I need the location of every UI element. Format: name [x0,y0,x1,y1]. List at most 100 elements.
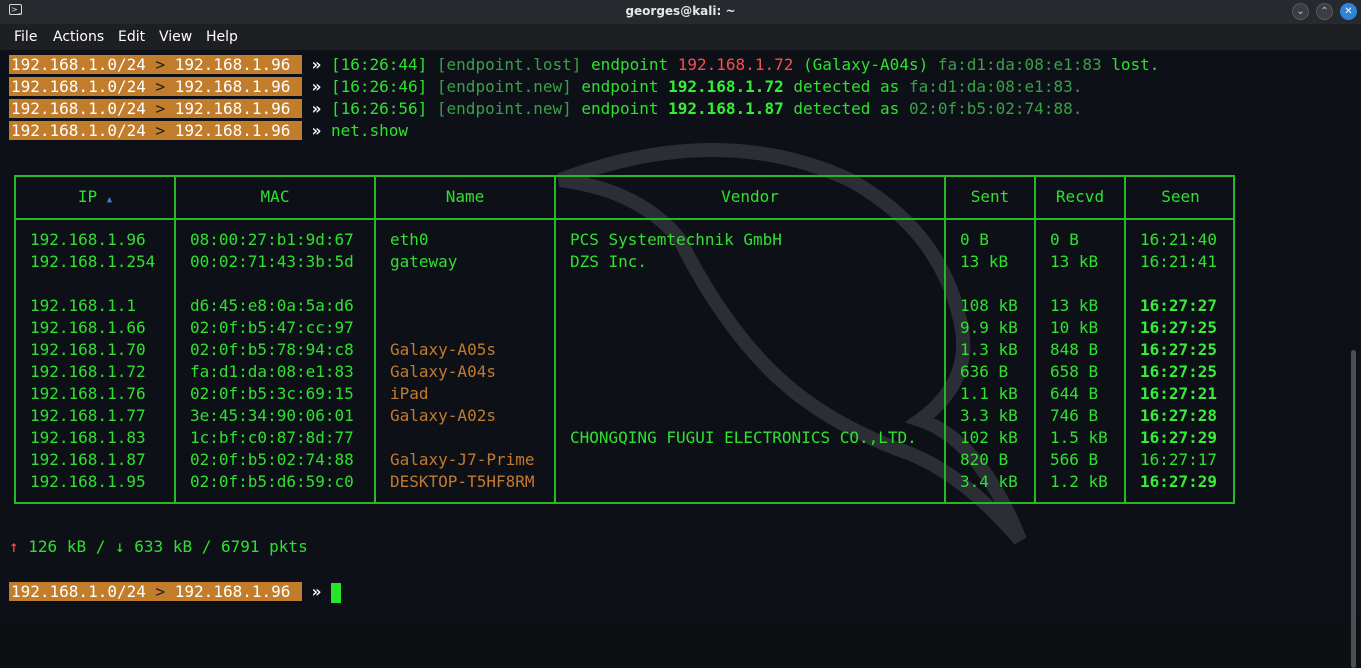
traffic-stats: ↑ 126 kB / ↓ 633 kB / 6791 pkts [9,537,308,556]
cell-mac: 08:00:27:b1:9d:67 [190,230,354,249]
header-mac: MAC [260,187,290,206]
scrollbar[interactable] [1351,350,1356,668]
cell-sent: 820 B [960,450,1009,469]
cell-ip: 192.168.1.96 [30,230,146,249]
cell-vendor: DZS Inc. [570,252,648,271]
cell-ip: 192.168.1.72 [30,362,146,381]
column-divider [1124,177,1126,502]
column-divider [554,177,556,502]
cell-recvd: 566 B [1050,450,1099,469]
cell-ip: 192.168.1.77 [30,406,146,425]
hosts-table: IP ▲ MAC Name Vendor Sent Recvd Seen 192… [14,175,1235,504]
cell-mac: 1c:bf:c0:87:8d:77 [190,428,354,447]
cell-sent: 102 kB [960,428,1018,447]
prompt-box: 192.168.1.0/24 > 192.168.1.96 [9,582,303,601]
terminal-area[interactable]: 192.168.1.0/24 > 192.168.1.96 » [16:26:4… [0,50,1361,668]
text-cursor [330,582,341,603]
cell-ip: 192.168.1.70 [30,340,146,359]
cell-mac: d6:45:e8:0a:5a:d6 [190,296,354,315]
cell-seen: 16:27:27 [1140,296,1218,315]
header-vendor: Vendor [721,187,779,206]
cell-ip: 192.168.1.1 [30,296,136,315]
log-line: 192.168.1.0/24 > 192.168.1.96 » [16:26:4… [9,55,1160,74]
prompt-box: 192.168.1.0/24 > 192.168.1.96 [9,99,303,118]
cell-mac: 02:0f:b5:02:74:88 [190,450,354,469]
cell-seen: 16:27:25 [1140,340,1218,359]
menu-actions[interactable]: Actions [53,29,104,45]
input-prompt-line[interactable]: 192.168.1.0/24 > 192.168.1.96 » [9,581,341,603]
cell-name: Galaxy-A04s [390,362,496,381]
cell-mac: fa:d1:da:08:e1:83 [190,362,354,381]
cell-ip: 192.168.1.66 [30,318,146,337]
close-button[interactable]: ✕ [1340,3,1357,20]
window-title: georges@kali: ~ [625,4,736,18]
log-line: 192.168.1.0/24 > 192.168.1.96 » [16:26:5… [9,99,1083,118]
column-divider [374,177,376,502]
header-name: Name [445,187,485,206]
cell-vendor: PCS Systemtechnik GmbH [570,230,782,249]
menu-view[interactable]: View [159,29,192,45]
menu-file[interactable]: File [14,29,37,45]
column-divider [944,177,946,502]
cell-seen: 16:21:41 [1140,252,1218,271]
header-sent: Sent [970,187,1010,206]
upload-arrow-icon: ↑ [9,537,19,556]
cell-recvd: 746 B [1050,406,1099,425]
cell-seen: 16:27:25 [1140,318,1218,337]
cell-name: Galaxy-J7-Prime [390,450,535,469]
cell-recvd: 1.5 kB [1050,428,1108,447]
cell-seen: 16:27:21 [1140,384,1218,403]
menu-edit[interactable]: Edit [118,29,145,45]
cell-recvd: 10 kB [1050,318,1099,337]
cell-sent: 3.4 kB [960,472,1018,491]
cell-name: Galaxy-A05s [390,340,496,359]
prompt-box: 192.168.1.0/24 > 192.168.1.96 [9,55,303,74]
cell-mac: 02:0f:b5:78:94:c8 [190,340,354,359]
cell-recvd: 13 kB [1050,252,1099,271]
download-arrow-icon: ↓ [115,537,125,556]
cell-name: Galaxy-A02s [390,406,496,425]
cell-recvd: 848 B [1050,340,1099,359]
cell-seen: 16:27:28 [1140,406,1218,425]
cell-name: iPad [390,384,429,403]
column-divider [174,177,176,502]
cell-ip: 192.168.1.254 [30,252,156,271]
cell-seen: 16:27:29 [1140,472,1218,491]
cell-seen: 16:27:17 [1140,450,1218,469]
cell-mac: 02:0f:b5:3c:69:15 [190,384,354,403]
cell-recvd: 1.2 kB [1050,472,1108,491]
cell-name: DESKTOP-T5HF8RM [390,472,535,491]
cell-recvd: 658 B [1050,362,1099,381]
cell-name: gateway [390,252,458,271]
header-ip: IP ▲ [77,187,113,206]
cell-sent: 9.9 kB [960,318,1018,337]
cell-sent: 13 kB [960,252,1009,271]
cell-ip: 192.168.1.76 [30,384,146,403]
command-line: 192.168.1.0/24 > 192.168.1.96 » net.show [9,121,408,140]
minimize-button[interactable]: ⌄ [1292,3,1309,20]
cell-sent: 3.3 kB [960,406,1018,425]
menu-bar: File Actions Edit View Help [0,24,1361,50]
cell-sent: 108 kB [960,296,1018,315]
cell-sent: 1.1 kB [960,384,1018,403]
cell-ip: 192.168.1.87 [30,450,146,469]
header-recvd: Recvd [1055,187,1105,206]
cell-recvd: 0 B [1050,230,1079,249]
maximize-button[interactable]: ⌃ [1316,3,1333,20]
title-bar: >_ georges@kali: ~ ⌄ ⌃ ✕ [0,0,1361,24]
cell-recvd: 13 kB [1050,296,1099,315]
column-divider [1034,177,1036,502]
menu-help[interactable]: Help [206,29,238,45]
cell-mac: 3e:45:34:90:06:01 [190,406,354,425]
prompt-box: 192.168.1.0/24 > 192.168.1.96 [9,121,303,140]
prompt-box: 192.168.1.0/24 > 192.168.1.96 [9,77,303,96]
cell-seen: 16:27:29 [1140,428,1218,447]
header-divider [16,218,1233,220]
cell-mac: 02:0f:b5:d6:59:c0 [190,472,354,491]
cell-ip: 192.168.1.83 [30,428,146,447]
cell-name: eth0 [390,230,429,249]
cell-mac: 02:0f:b5:47:cc:97 [190,318,354,337]
header-seen: Seen [1161,187,1200,206]
cell-sent: 1.3 kB [960,340,1018,359]
sort-asc-icon: ▲ [106,195,113,205]
